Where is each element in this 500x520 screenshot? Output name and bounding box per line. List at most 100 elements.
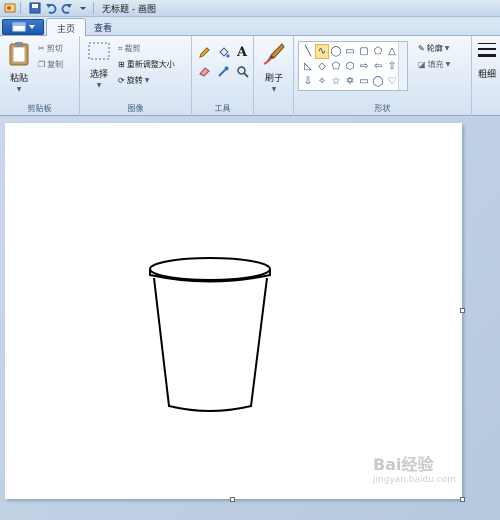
paste-label: 粘贴 xyxy=(9,74,28,84)
clipboard-group: 粘贴 ▼ ✂ 剪切 ❐ 复制 剪贴板 xyxy=(0,36,80,116)
curve-shape-icon[interactable]: ∿ xyxy=(315,44,329,59)
resize-button[interactable]: ⊞ 重新调整大小 xyxy=(118,58,175,71)
canvas-resize-handle-bottom[interactable] xyxy=(230,497,235,502)
left-arrow-shape-icon[interactable]: ⇦ xyxy=(371,59,385,74)
canvas-resize-handle-right[interactable] xyxy=(460,308,465,313)
select-label: 选择 xyxy=(89,70,108,80)
oval-shape-icon[interactable]: ◯ xyxy=(329,44,343,59)
pentagon-shape-icon[interactable]: ⬠ xyxy=(329,59,343,74)
drawing-canvas[interactable]: Bai经验 jingyan.baidu.com xyxy=(5,123,462,499)
up-arrow-shape-icon[interactable]: ⇧ xyxy=(385,59,399,74)
watermark-brand: Bai xyxy=(372,455,402,474)
tools-grid: A xyxy=(196,44,250,79)
four-point-star-shape-icon[interactable]: ✧ xyxy=(315,74,329,89)
outline-dropdown-icon: ▼ xyxy=(444,45,450,52)
window-title: 无标题 - 画图 xyxy=(102,4,156,15)
six-point-star-shape-icon[interactable]: ✡ xyxy=(343,74,357,89)
clipboard-group-label: 剪贴板 xyxy=(27,104,52,113)
rounded-callout-shape-icon[interactable]: ▭ xyxy=(357,74,371,89)
shapes-group-label: 形状 xyxy=(374,104,391,113)
image-group-label: 图像 xyxy=(127,104,144,113)
qat-separator xyxy=(20,2,21,14)
paste-button[interactable]: 粘贴 ▼ xyxy=(4,40,34,98)
fill-dropdown-icon: ▼ xyxy=(445,61,451,68)
rounded-rectangle-shape-icon[interactable]: ▢ xyxy=(357,44,371,59)
rectangle-shape-icon[interactable]: ▭ xyxy=(343,44,357,59)
outline-label: 轮廓 xyxy=(426,44,443,53)
paint-app-icon[interactable] xyxy=(3,2,16,15)
tab-view[interactable]: 查看 xyxy=(84,18,122,36)
cut-button[interactable]: ✂ 剪切 xyxy=(38,42,63,55)
shapes-group: ╲ ∿ ◯ ▭ ▢ ⬠ △ ◺ ◇ ⬠ ⬡ ⇨ ⇦ ⇧ ⇩ ✧ ☆ ✡ ▭ ◯ xyxy=(294,36,472,116)
fill-bucket-icon[interactable] xyxy=(215,44,231,60)
redo-icon[interactable] xyxy=(60,2,73,15)
line-width-icon xyxy=(478,43,496,57)
brushes-dropdown-icon: ▼ xyxy=(271,86,277,93)
size-button[interactable]: 粗细 xyxy=(474,40,500,98)
fill-icon: ◪ xyxy=(418,60,426,69)
pencil-icon[interactable] xyxy=(196,44,212,60)
copy-button[interactable]: ❐ 复制 xyxy=(38,58,63,71)
right-triangle-shape-icon[interactable]: ◺ xyxy=(301,59,315,74)
size-label: 粗细 xyxy=(477,70,496,80)
shapes-grid: ╲ ∿ ◯ ▭ ▢ ⬠ △ ◺ ◇ ⬠ ⬡ ⇨ ⇦ ⇧ ⇩ ✧ ☆ ✡ ▭ ◯ xyxy=(301,44,399,89)
crop-label: 裁剪 xyxy=(124,44,141,53)
cut-label: 剪切 xyxy=(46,44,63,53)
size-group: 粗细 xyxy=(472,36,500,116)
customize-toolbar-icon[interactable] xyxy=(76,2,89,15)
tab-home[interactable]: 主页 xyxy=(46,18,87,37)
magnifier-icon[interactable] xyxy=(234,63,250,79)
select-button[interactable]: 选择 ▼ xyxy=(84,40,114,98)
resize-label: 重新调整大小 xyxy=(126,60,175,69)
select-rectangle-icon xyxy=(88,42,110,60)
brushes-button[interactable]: 刷子 ▼ xyxy=(259,40,289,98)
text-tool-icon[interactable]: A xyxy=(234,44,250,60)
rotate-label: 旋转 xyxy=(126,76,143,85)
shapes-scrollbar[interactable] xyxy=(398,42,407,90)
canvas-resize-handle-corner[interactable] xyxy=(460,497,465,502)
down-arrow-shape-icon[interactable]: ⇩ xyxy=(301,74,315,89)
copy-label: 复制 xyxy=(47,60,64,69)
eraser-icon[interactable] xyxy=(196,63,212,79)
watermark-brand2: 经验 xyxy=(401,455,434,474)
shapes-gallery: ╲ ∿ ◯ ▭ ▢ ⬠ △ ◺ ◇ ⬠ ⬡ ⇨ ⇦ ⇧ ⇩ ✧ ☆ ✡ ▭ ◯ xyxy=(298,41,408,91)
save-icon[interactable] xyxy=(28,2,41,15)
select-dropdown-icon: ▼ xyxy=(96,82,102,89)
watermark: Bai经验 jingyan.baidu.com xyxy=(373,451,456,485)
paste-dropdown-icon: ▼ xyxy=(16,86,22,93)
heart-shape-icon[interactable]: ♡ xyxy=(385,74,399,89)
tools-group-label: 工具 xyxy=(214,104,231,113)
brushes-label: 刷子 xyxy=(264,74,283,84)
rotate-dropdown-icon: ▼ xyxy=(144,77,150,84)
fill-label: 填充 xyxy=(427,60,444,69)
watermark-url: jingyan.baidu.com xyxy=(372,475,456,485)
brush-icon xyxy=(263,43,285,65)
cup-drawing xyxy=(149,257,271,412)
brushes-group: 刷子 ▼ xyxy=(254,36,294,116)
oval-callout-shape-icon[interactable]: ◯ xyxy=(371,74,385,89)
resize-icon: ⊞ xyxy=(118,60,125,69)
outline-button[interactable]: ✎ 轮廓 ▼ xyxy=(418,42,449,55)
hexagon-shape-icon[interactable]: ⬡ xyxy=(343,59,357,74)
polygon-shape-icon[interactable]: ⬠ xyxy=(371,44,385,59)
file-menu-icon xyxy=(12,22,25,32)
color-picker-icon[interactable] xyxy=(215,63,231,79)
undo-icon[interactable] xyxy=(44,2,57,15)
crop-button[interactable]: ⌗ 裁剪 xyxy=(118,42,141,55)
crop-icon: ⌗ xyxy=(118,43,123,53)
outline-brush-icon: ✎ xyxy=(418,44,425,53)
diamond-shape-icon[interactable]: ◇ xyxy=(315,59,329,74)
ribbon-tab-row: 主页 查看 xyxy=(0,17,500,37)
line-shape-icon[interactable]: ╲ xyxy=(301,44,315,59)
five-point-star-shape-icon[interactable]: ☆ xyxy=(329,74,343,89)
file-menu-button[interactable] xyxy=(2,19,44,35)
rotate-button[interactable]: ⟳ 旋转 ▼ xyxy=(118,74,149,87)
workspace: Bai经验 jingyan.baidu.com xyxy=(0,117,500,520)
title-bar: 无标题 - 画图 xyxy=(0,0,500,17)
triangle-shape-icon[interactable]: △ xyxy=(385,44,399,59)
rotate-icon: ⟳ xyxy=(118,76,125,85)
title-separator xyxy=(93,2,94,14)
fill-button[interactable]: ◪ 填充 ▼ xyxy=(418,58,450,71)
clipboard-icon xyxy=(9,42,29,66)
right-arrow-shape-icon[interactable]: ⇨ xyxy=(357,59,371,74)
